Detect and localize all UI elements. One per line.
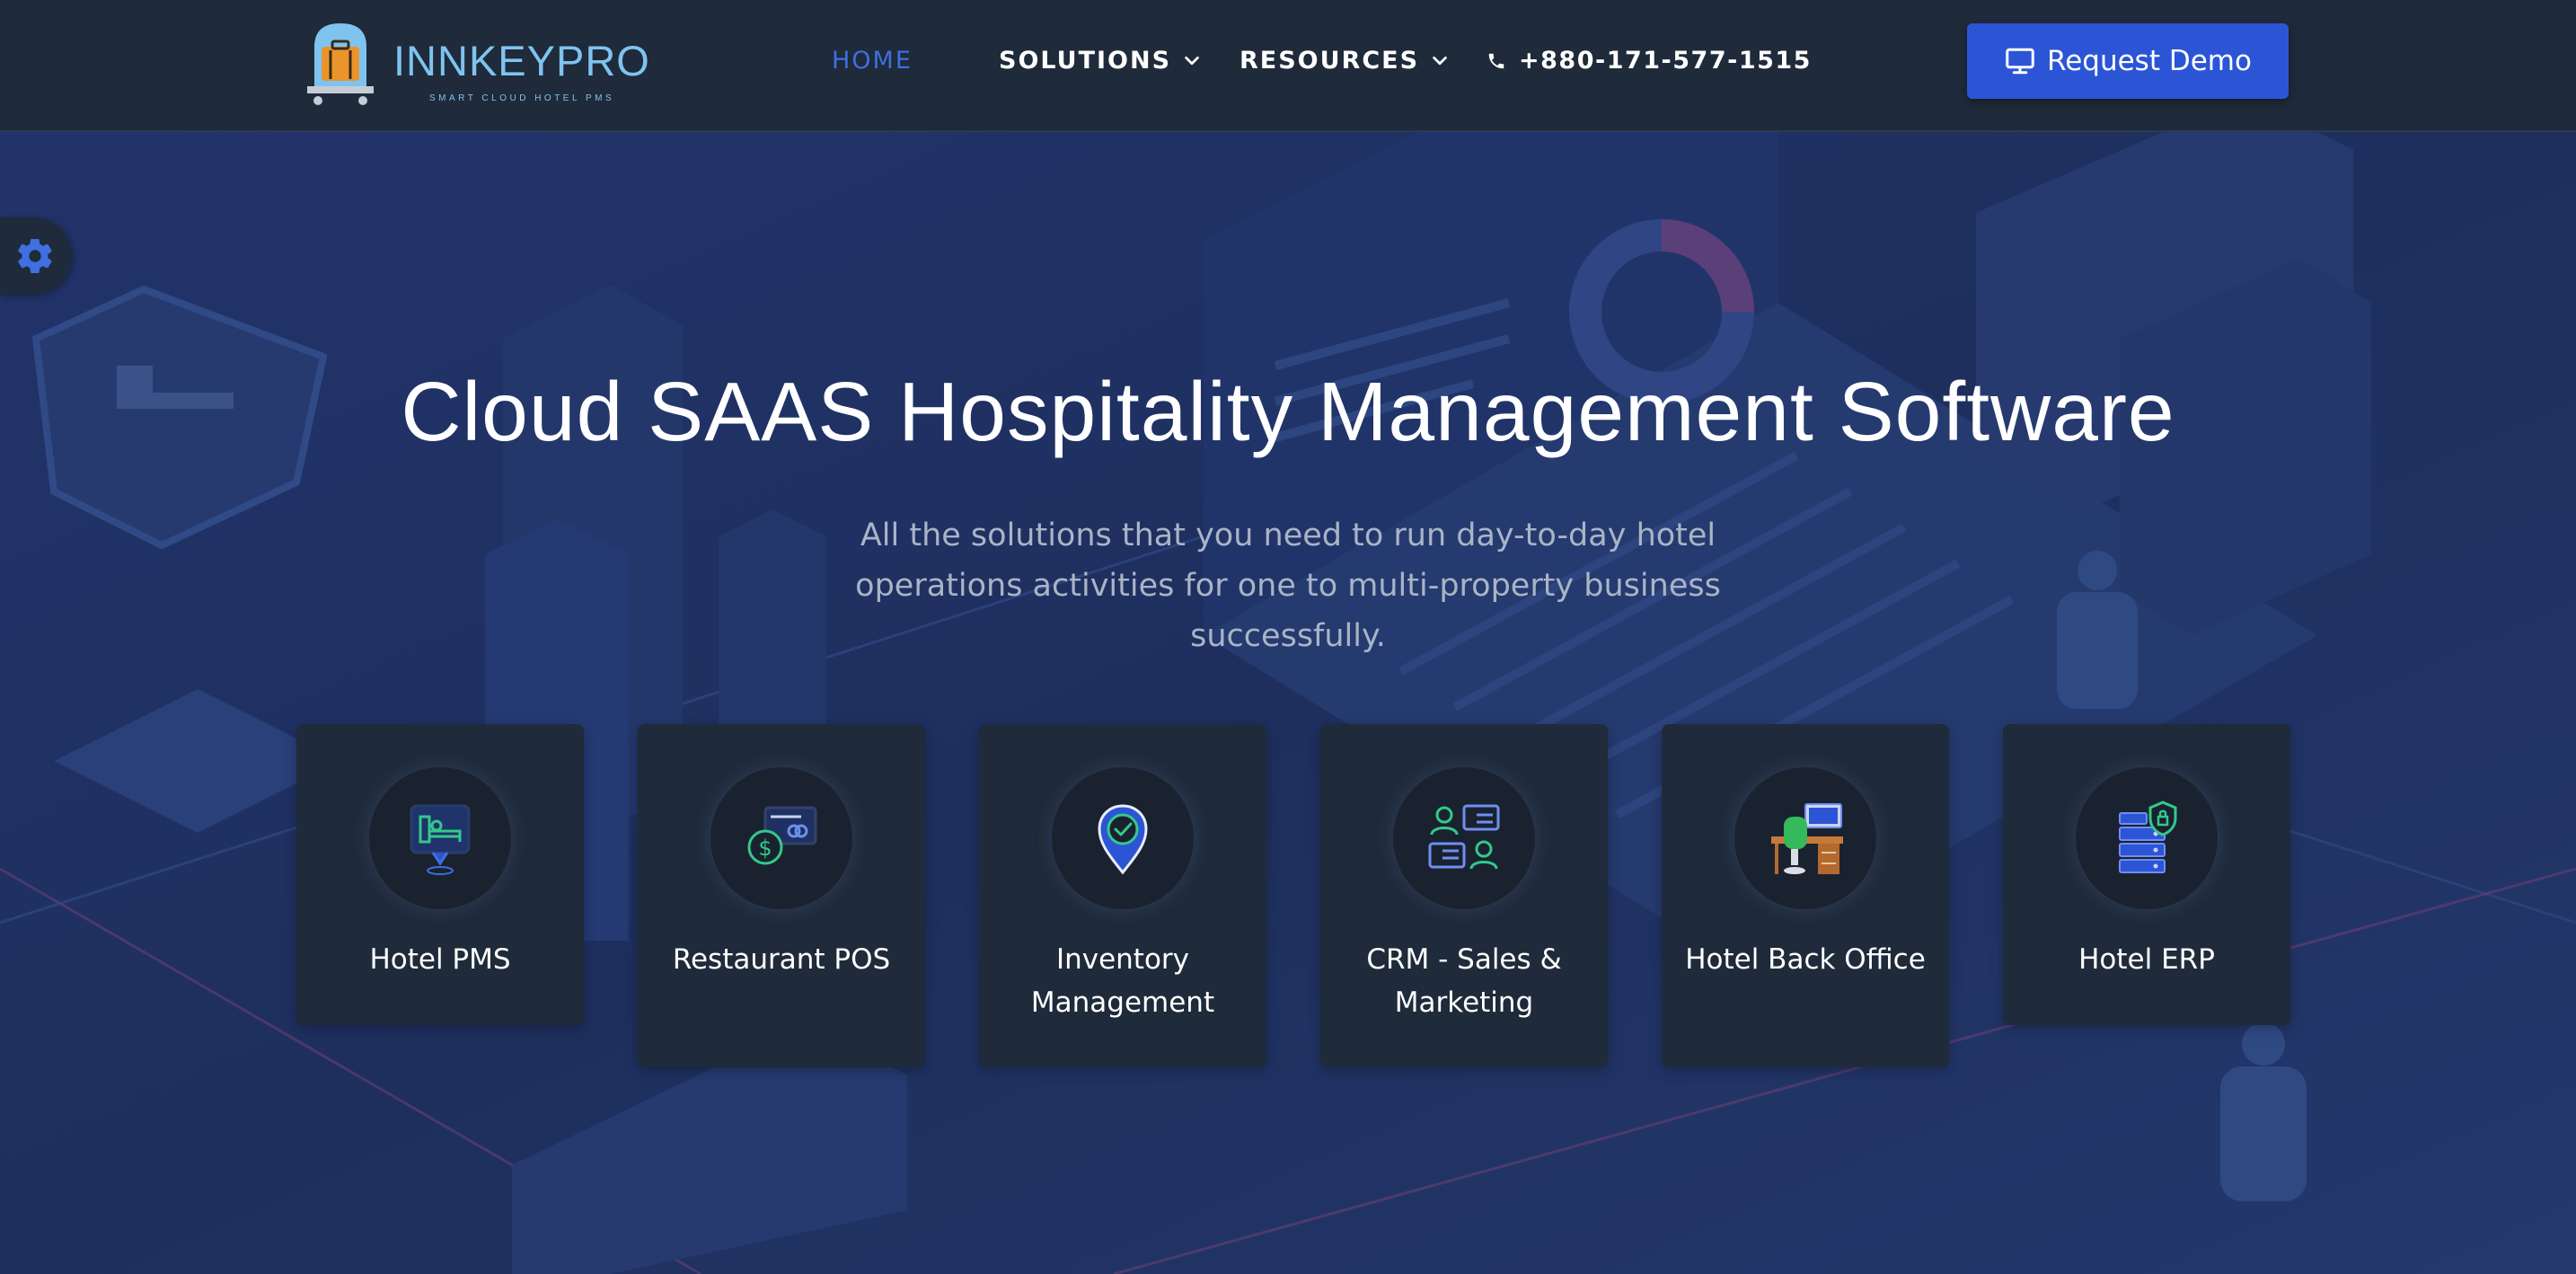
- request-demo-button[interactable]: Request Demo: [1967, 23, 2289, 99]
- solution-card-restaurant-pos[interactable]: $ Restaurant POS: [638, 724, 925, 1067]
- solution-card-hotel-back-office[interactable]: Hotel Back Office: [1662, 724, 1949, 1067]
- gear-icon: [18, 239, 52, 273]
- solution-card-hotel-pms[interactable]: Hotel PMS: [296, 724, 584, 1025]
- card-icon-circle: [1393, 767, 1535, 909]
- nav-home-label: HOME: [832, 47, 913, 75]
- nav-solutions-label: SOLUTIONS: [999, 47, 1172, 75]
- hotel-bed-pin-icon: [410, 804, 471, 875]
- card-icon-circle: [1734, 767, 1876, 909]
- hero-background-illustration: [0, 132, 2576, 1274]
- card-label: CRM - Sales & Marketing: [1366, 943, 1562, 1019]
- card-label: Inventory Management: [1030, 943, 1215, 1019]
- office-desk-icon: [1771, 803, 1843, 874]
- card-label: Restaurant POS: [672, 943, 891, 976]
- card-icon-circle: [2076, 767, 2218, 909]
- hero-title: Cloud SAAS Hospitality Management Softwa…: [401, 365, 2175, 458]
- brand-name: INNKEYPRO: [393, 37, 650, 84]
- card-icon-circle: [369, 767, 511, 909]
- nav-phone-label: +880-171-577-1515: [1519, 47, 1812, 75]
- phone-icon: [1488, 53, 1504, 68]
- nav-solutions[interactable]: SOLUTIONS: [999, 47, 1202, 75]
- nav-home[interactable]: HOME: [832, 47, 913, 75]
- chevron-down-icon: [1185, 56, 1199, 65]
- site-header: INNKEYPRO SMART CLOUD HOTEL PMS HOME SOL…: [0, 0, 2576, 132]
- hotel-luggage-logo-icon: [307, 23, 374, 105]
- solution-card-crm-sales-marketing[interactable]: CRM - Sales & Marketing: [1320, 724, 1608, 1067]
- card-label: Hotel PMS: [369, 943, 511, 976]
- monitor-icon: [2006, 48, 2034, 75]
- server-shield-icon: [2119, 801, 2177, 873]
- nav-resources[interactable]: RESOURCES: [1239, 47, 1450, 75]
- nav-phone-link[interactable]: +880-171-577-1515: [1486, 47, 1812, 75]
- brand-tagline: SMART CLOUD HOTEL PMS: [429, 93, 615, 103]
- card-label: Hotel ERP: [2078, 943, 2215, 976]
- request-demo-label: Request Demo: [2047, 45, 2252, 77]
- card-icon-circle: $: [710, 767, 852, 909]
- chevron-down-icon: [1433, 56, 1447, 65]
- card-icon-circle: [1052, 767, 1194, 909]
- solution-card-inventory-management[interactable]: Inventory Management: [979, 724, 1266, 1067]
- card-label: Hotel Back Office: [1685, 943, 1926, 976]
- svg-text:$: $: [758, 836, 772, 861]
- solution-card-hotel-erp[interactable]: Hotel ERP: [2003, 724, 2290, 1025]
- payment-card-icon: $: [747, 806, 817, 865]
- brand-logo[interactable]: INNKEYPRO SMART CLOUD HOTEL PMS: [305, 20, 683, 110]
- nav-resources-label: RESOURCES: [1239, 47, 1420, 75]
- location-check-icon: [1098, 804, 1148, 875]
- hero-subtitle: All the solutions that you need to run d…: [855, 518, 1721, 654]
- contacts-icon: [1428, 804, 1500, 870]
